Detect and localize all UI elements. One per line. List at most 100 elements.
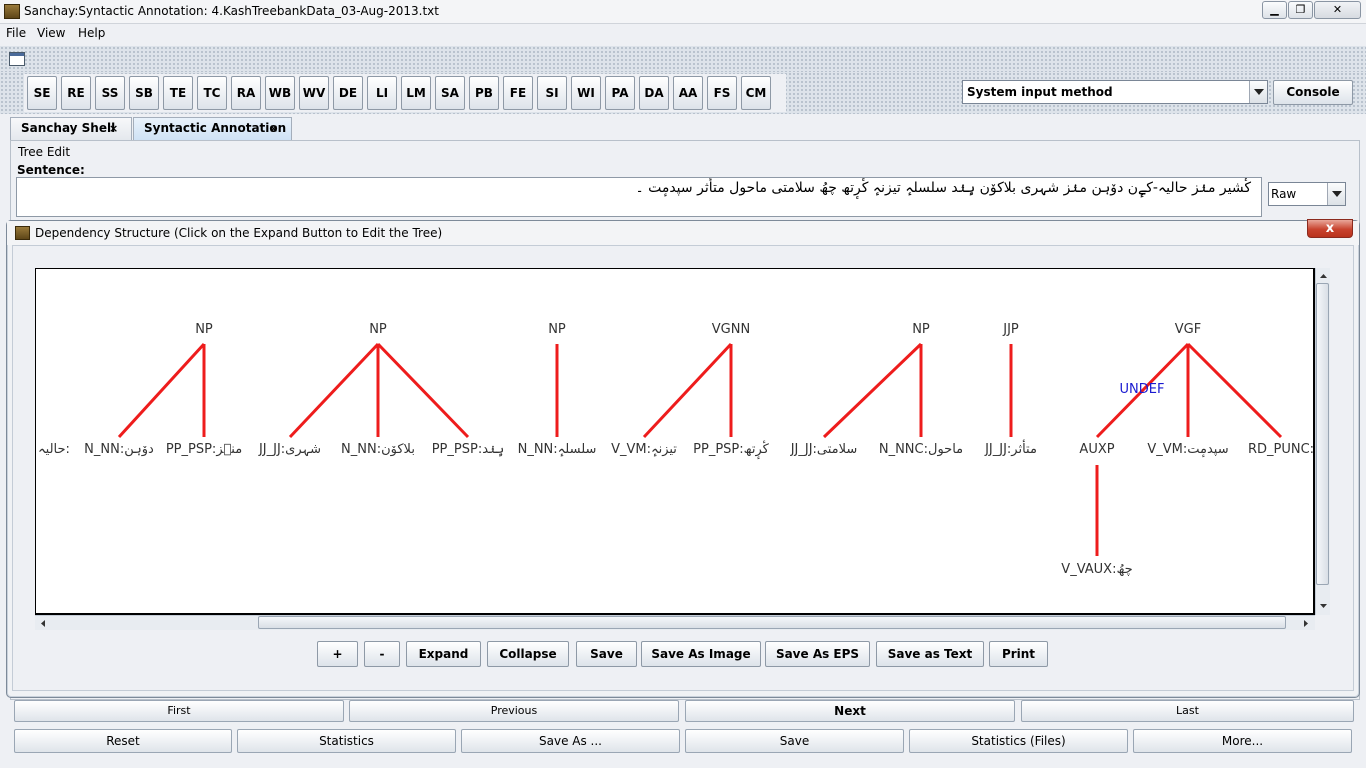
zoom-out-button[interactable]: - xyxy=(364,641,400,667)
vertical-scroll-thumb[interactable] xyxy=(1316,283,1329,585)
leaf-node[interactable]: PP_PSP:منٛز xyxy=(166,442,242,457)
chunk-node[interactable]: VGNN xyxy=(712,322,750,337)
tool-button[interactable]: RA xyxy=(231,76,261,110)
leaf-node[interactable]: PP_PSP:ہٕنٛد xyxy=(432,442,505,457)
leaf-node[interactable]: JJ_JJ:متأثر xyxy=(984,439,1037,457)
reset-button[interactable]: Reset xyxy=(14,729,232,753)
leaf-node[interactable]: N_NNC:ماحول xyxy=(879,442,963,457)
leaf-node[interactable]: N_NN:دوٚہن xyxy=(84,442,154,457)
leaf-node[interactable]: V_VM:تیزنہٕ xyxy=(611,442,677,457)
tool-button[interactable]: LI xyxy=(367,76,397,110)
tool-button[interactable]: WV xyxy=(299,76,329,110)
chunk-node[interactable]: NP xyxy=(369,322,387,337)
tool-button[interactable]: SA xyxy=(435,76,465,110)
window-title: Sanchay:Syntactic Annotation: 4.KashTree… xyxy=(24,4,439,18)
scroll-left-icon[interactable] xyxy=(37,617,49,630)
tool-button[interactable]: DE xyxy=(333,76,363,110)
close-tab-icon[interactable]: × xyxy=(109,118,118,139)
tool-button[interactable]: DA xyxy=(639,76,669,110)
tab-syntactic-annotation[interactable]: Syntactic Annotation × xyxy=(133,117,292,140)
undef-label[interactable]: UNDEF xyxy=(1120,382,1165,397)
save-as-button[interactable]: Save As ... xyxy=(461,729,680,753)
chevron-down-icon[interactable] xyxy=(1249,81,1267,103)
previous-button[interactable]: Previous xyxy=(349,700,679,722)
statistics-button[interactable]: Statistics xyxy=(237,729,456,753)
chunk-node[interactable]: JJP xyxy=(1002,322,1019,337)
chevron-down-icon[interactable] xyxy=(1327,183,1345,205)
leaf-node[interactable]: V_VM:سپدمٕت xyxy=(1147,442,1228,457)
menu-bar xyxy=(0,24,1366,44)
aux-child-node[interactable]: V_VAUX:چھُ xyxy=(1061,562,1132,577)
tool-button[interactable]: RE xyxy=(61,76,91,110)
sentence-textarea[interactable]: کٔشیر منٛز حالیہ-کےٕن دوٚہن منٛز شہری بل… xyxy=(16,177,1262,217)
chunk-node[interactable]: VGF xyxy=(1175,322,1201,337)
menu-file[interactable]: File xyxy=(6,26,26,40)
first-button[interactable]: First xyxy=(14,700,344,722)
zoom-in-button[interactable]: + xyxy=(317,641,358,667)
more-button[interactable]: More... xyxy=(1133,729,1352,753)
tool-button[interactable]: TC xyxy=(197,76,227,110)
leaf-node[interactable]: N_NN:سلسلہٕ xyxy=(518,442,597,457)
tool-button[interactable]: FS xyxy=(707,76,737,110)
collapse-button[interactable]: Collapse xyxy=(487,641,569,667)
expand-button[interactable]: Expand xyxy=(406,641,481,667)
menu-help[interactable]: Help xyxy=(78,26,105,40)
tab-sanchay-shell[interactable]: Sanchay Shell × xyxy=(10,117,132,140)
chunk-node[interactable]: NP xyxy=(195,322,213,337)
scroll-right-icon[interactable] xyxy=(1300,617,1312,630)
close-tab-icon[interactable]: × xyxy=(269,118,278,139)
toolbar-strip-top xyxy=(0,46,1366,72)
tool-button[interactable]: CM xyxy=(741,76,771,110)
save-tree-button[interactable]: Save xyxy=(576,641,637,667)
dependency-edge xyxy=(822,342,923,439)
window-list-icon[interactable] xyxy=(9,52,25,66)
minimize-button[interactable]: ▁ xyxy=(1262,1,1287,19)
console-button[interactable]: Console xyxy=(1273,80,1353,105)
tab-label: Syntactic Annotation xyxy=(144,121,287,135)
save-as-eps-button[interactable]: Save As EPS xyxy=(765,641,870,667)
leaf-node[interactable]: JJ_JJ:سلامتی xyxy=(790,442,858,457)
dependency-tree: NP NP NP VGNN NP JJP VGF حالیہ: N_NN:دوٚہن PP_PSP… xyxy=(38,322,1314,577)
tool-button[interactable]: SI xyxy=(537,76,567,110)
next-button[interactable]: Next xyxy=(685,700,1015,722)
dependency-edge xyxy=(117,342,206,439)
tool-button[interactable]: SS xyxy=(95,76,125,110)
leaf-node[interactable]: AUXP xyxy=(1079,442,1114,457)
scroll-down-icon[interactable] xyxy=(1317,600,1330,612)
input-method-select[interactable]: System input method xyxy=(962,80,1268,104)
leaf-node[interactable]: JJ_JJ:شہری xyxy=(258,442,321,457)
statistics-files-button[interactable]: Statistics (Files) xyxy=(909,729,1128,753)
tool-button[interactable]: PA xyxy=(605,76,635,110)
save-as-text-button[interactable]: Save as Text xyxy=(876,641,984,667)
save-button[interactable]: Save xyxy=(685,729,904,753)
app-icon xyxy=(4,4,20,19)
dialog-close-button[interactable]: x xyxy=(1307,219,1353,238)
last-button[interactable]: Last xyxy=(1021,700,1354,722)
tree-canvas[interactable]: NP NP NP VGNN NP JJP VGF حالیہ: N_NN:دوٚہن PP_PSP… xyxy=(35,268,1315,615)
chunk-node[interactable]: NP xyxy=(548,322,566,337)
save-as-image-button[interactable]: Save As Image xyxy=(641,641,761,667)
tool-button[interactable]: FE xyxy=(503,76,533,110)
tool-button[interactable]: LM xyxy=(401,76,431,110)
tool-button[interactable]: TE xyxy=(163,76,193,110)
horizontal-scroll-thumb[interactable] xyxy=(258,616,1286,629)
tool-button[interactable]: SE xyxy=(27,76,57,110)
format-select[interactable]: Raw xyxy=(1268,182,1346,206)
scroll-up-icon[interactable] xyxy=(1317,270,1330,282)
leaf-node[interactable]: N_NN:بلاکوٚن xyxy=(341,442,415,457)
dependency-edge xyxy=(1186,342,1283,439)
chunk-node[interactable]: NP xyxy=(912,322,930,337)
close-window-button[interactable]: ✕ xyxy=(1314,1,1361,19)
dependency-edge xyxy=(642,342,733,439)
tool-button[interactable]: WB xyxy=(265,76,295,110)
menu-view[interactable]: View xyxy=(37,26,65,40)
tool-button[interactable]: PB xyxy=(469,76,499,110)
leaf-node[interactable]: PP_PSP:کٔرٕتھ xyxy=(693,440,770,459)
tool-button[interactable]: AA xyxy=(673,76,703,110)
tool-button[interactable]: WI xyxy=(571,76,601,110)
leaf-node[interactable]: RD_PUNC: xyxy=(1248,442,1314,457)
print-button[interactable]: Print xyxy=(989,641,1048,667)
leaf-node[interactable]: حالیہ: xyxy=(38,442,70,457)
tool-button[interactable]: SB xyxy=(129,76,159,110)
maximize-button[interactable]: ❐ xyxy=(1288,1,1313,19)
